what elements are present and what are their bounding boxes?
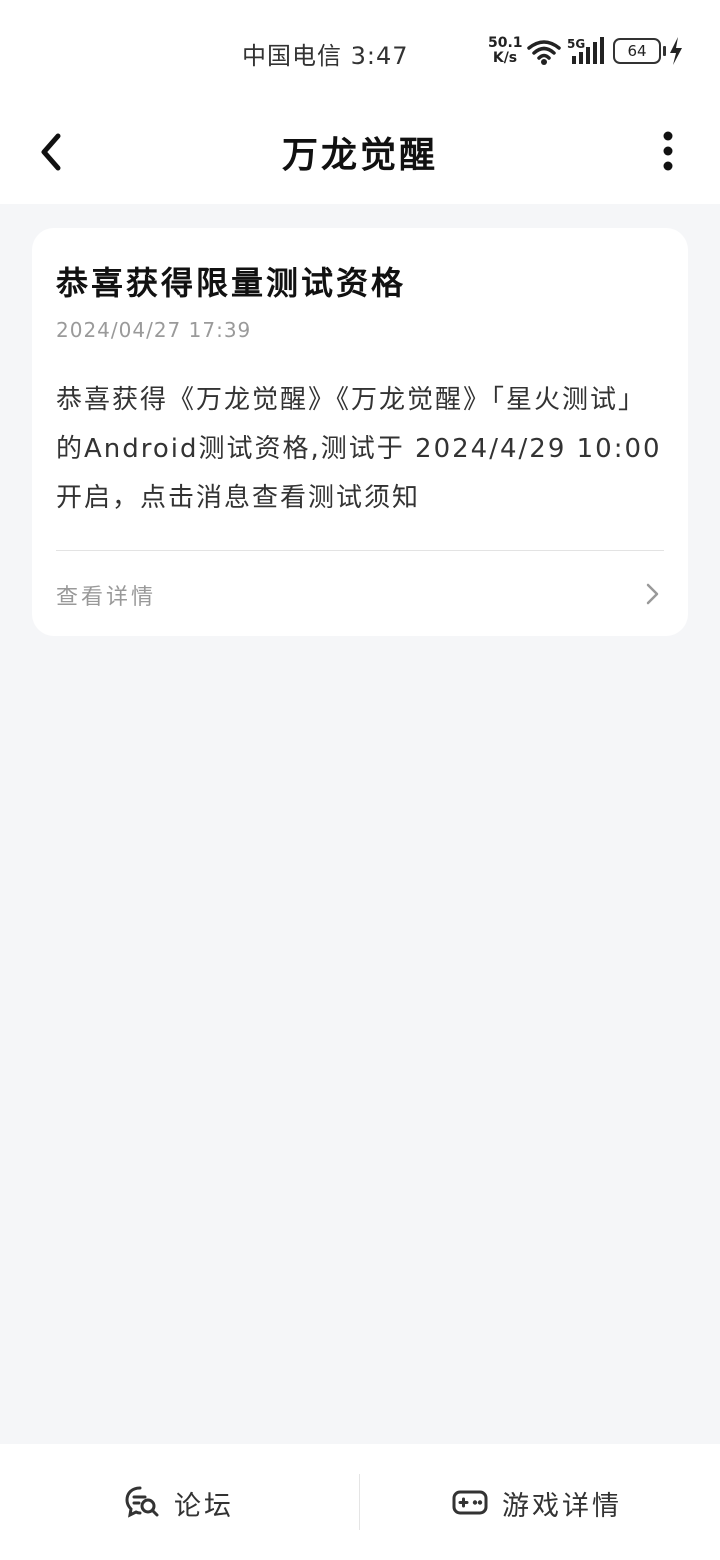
gamepad-icon — [452, 1490, 488, 1515]
page-title: 万龙觉醒 — [281, 135, 438, 176]
view-details-button[interactable]: 查看详情 — [32, 551, 688, 636]
more-vertical-icon — [663, 131, 673, 171]
view-details-label: 查看详情 — [56, 585, 157, 610]
network-speed-unit: K/s — [492, 50, 518, 66]
network-type-label: 5G — [567, 37, 585, 51]
chevron-right-icon — [646, 583, 659, 605]
signal-icon: 5G — [567, 37, 604, 64]
message-card[interactable]: 恭喜获得限量测试资格 2024/04/27 17:39 恭喜获得《万龙觉醒》《万… — [32, 228, 688, 636]
message-date: 2024/04/27 17:39 — [56, 318, 252, 342]
carrier-time: 中国电信 3:47 — [242, 42, 409, 70]
status-bar: 中国电信 3:47 50.1 K/s 5G 64 — [0, 0, 720, 104]
message-body: 恭喜获得《万龙觉醒》《万龙觉醒》「星火测试」的Android测试资格,测试于 2… — [56, 385, 662, 513]
game-details-label: 游戏详情 — [502, 1491, 622, 1522]
charging-bolt-icon — [670, 37, 682, 65]
header-bar: 万龙觉醒 — [0, 104, 720, 204]
forum-button[interactable]: 论坛 — [0, 1444, 359, 1560]
forum-icon — [125, 1486, 159, 1518]
message-title: 恭喜获得限量测试资格 — [56, 264, 407, 302]
game-details-button[interactable]: 游戏详情 — [360, 1444, 720, 1560]
network-speed: 50.1 K/s — [488, 35, 523, 66]
battery-indicator: 64 — [613, 38, 666, 64]
bottom-action-bar: 论坛 游戏详情 — [0, 1444, 720, 1560]
wifi-icon — [527, 40, 561, 65]
more-options-button[interactable] — [648, 126, 688, 176]
network-speed-value: 50.1 — [488, 35, 523, 51]
forum-label: 论坛 — [174, 1491, 234, 1522]
